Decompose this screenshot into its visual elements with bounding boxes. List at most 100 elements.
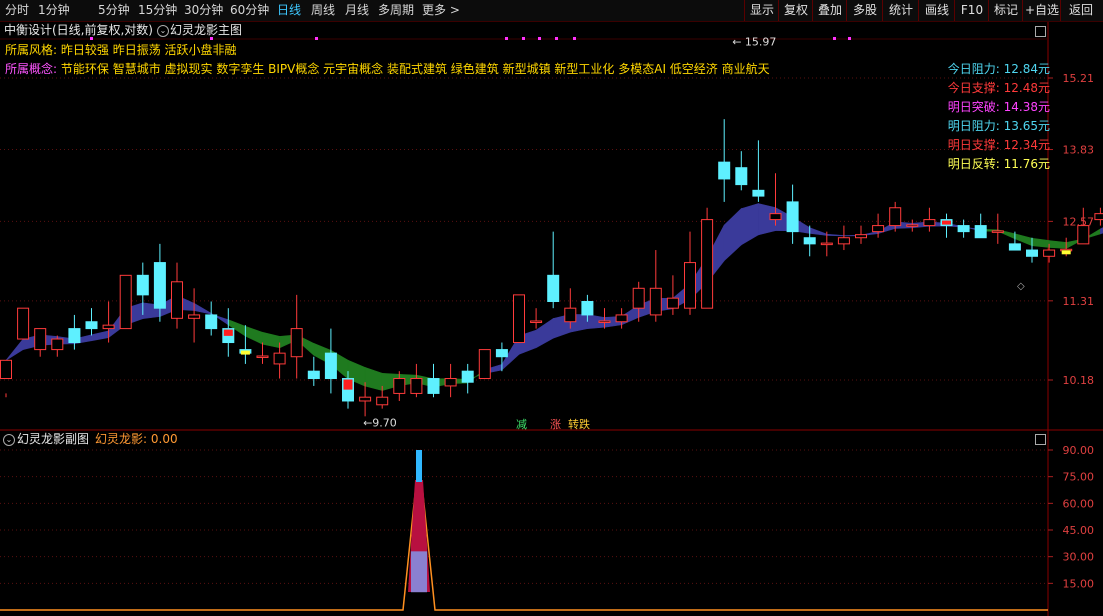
price-tick-label: 11.31 — [1063, 295, 1095, 308]
ribbon-segment — [193, 302, 212, 315]
candle-body — [68, 328, 81, 344]
level-unit: 元 — [1037, 157, 1050, 171]
candle-body — [85, 321, 98, 330]
candle-body — [855, 234, 867, 239]
candle-body — [1043, 249, 1056, 257]
ribbon-segment — [1031, 237, 1050, 248]
candle-body — [17, 307, 30, 340]
sub-value-label: 幻灵龙影: — [95, 432, 148, 446]
grid-lines — [0, 22, 1103, 616]
sub-bar-cyan — [416, 450, 422, 482]
style-info: 所属风格: 昨日较强 昨日振荡 活跃小盘非融 — [5, 41, 237, 58]
candle-body — [513, 294, 525, 344]
ribbon-segment — [245, 325, 263, 345]
price-tick-label: 12.57 — [1063, 215, 1095, 228]
ribbon-segment — [262, 331, 280, 349]
level-value: 14.38 — [1003, 100, 1038, 114]
sub-tick-label: 30.00 — [1063, 551, 1095, 564]
candle-body — [803, 237, 816, 245]
candle-body — [205, 314, 218, 330]
candle-body — [530, 320, 543, 323]
signal-tag-rise: 涨 — [550, 418, 561, 431]
candle-body — [684, 262, 696, 309]
candle-body — [735, 167, 748, 186]
level-unit: 元 — [1037, 100, 1050, 114]
ribbon-segment — [1048, 240, 1067, 249]
candle-body — [923, 219, 936, 227]
candle-body — [649, 287, 662, 316]
concept-value: 节能环保 智慧城市 虚拟现实 数字孪生 BIPV概念 元宇宙概念 装配式建筑 绿… — [60, 62, 770, 76]
candle-body — [0, 359, 12, 380]
sub-indicator-label: 幻灵龙影: 0.00 — [95, 431, 178, 447]
candle-body — [324, 352, 337, 380]
level-today-resistance: 今日阻力: 12.84元 — [948, 60, 1050, 77]
kline-chart: ← 15.97 ←9.70 15.21 13.83 12.57 11.31 10.18 1… — [0, 22, 1103, 616]
ribbon-segment — [826, 233, 845, 237]
candle-body — [273, 352, 286, 365]
candle-signal-fill — [240, 350, 250, 355]
candle-body — [256, 355, 269, 358]
candle-body — [478, 349, 491, 380]
candle-body — [957, 225, 970, 233]
signal-dot — [315, 37, 318, 40]
ribbon-segment — [723, 207, 742, 262]
signal-tag-reduce: 减 — [516, 418, 527, 431]
level-unit: 元 — [1037, 119, 1050, 133]
level-label: 明日突破: — [947, 100, 1000, 114]
sub-chart — [0, 449, 1048, 611]
candle-body — [171, 281, 183, 319]
sub-bar-purple — [411, 551, 427, 593]
level-label: 今日阻力: — [947, 62, 1000, 76]
indicator-menu-icon[interactable]: ⌄ — [157, 25, 169, 37]
candle-body — [427, 378, 440, 394]
settings-diamond-icon[interactable]: ◇ — [1017, 281, 1025, 292]
candle-body — [974, 225, 987, 239]
level-value: 12.48 — [1003, 81, 1038, 95]
candle-signal-fill — [223, 329, 233, 336]
candle-body — [119, 274, 132, 330]
ribbon-segment — [740, 203, 759, 246]
sub-maximize-icon[interactable] — [1035, 434, 1046, 445]
main-indicator-name[interactable]: 幻灵龙影主图 — [170, 22, 242, 39]
level-unit: 元 — [1037, 138, 1050, 152]
level-value: 12.84 — [1003, 62, 1038, 76]
candle-body — [872, 225, 885, 233]
candle-body — [102, 324, 115, 330]
signal-dot — [848, 37, 851, 40]
level-today-support: 今日支撑: 12.48元 — [948, 79, 1050, 96]
high-price-label: ← 15.97 — [732, 35, 776, 48]
candle-body — [752, 189, 765, 197]
candle-body — [461, 370, 474, 383]
price-tick-label: 10.18 — [1063, 374, 1095, 387]
candle-body — [495, 349, 508, 358]
signal-dot — [555, 37, 558, 40]
level-value: 11.76 — [1003, 157, 1038, 171]
sub-indicator-menu-icon[interactable]: ⌄ — [3, 434, 15, 446]
low-price-label: ←9.70 — [363, 416, 397, 429]
level-value: 13.65 — [1003, 119, 1038, 133]
ribbon-segment — [5, 338, 24, 361]
candle-signal-fill — [942, 220, 951, 225]
candle-body — [598, 320, 611, 323]
sub-indicator-name[interactable]: 幻灵龙影副图 — [17, 431, 89, 447]
candle-body — [564, 307, 577, 323]
candle-body — [786, 201, 799, 233]
candle-body — [290, 328, 303, 358]
maximize-icon[interactable] — [1035, 26, 1046, 37]
sub-tick-label: 15.00 — [1063, 577, 1095, 590]
candle-body — [837, 237, 850, 245]
signal-dot — [538, 37, 541, 40]
level-unit: 元 — [1037, 62, 1050, 76]
ribbon-segment — [364, 366, 383, 391]
sub-tick-label: 75.00 — [1063, 471, 1095, 484]
candle-body — [444, 378, 457, 387]
ribbon-segment — [809, 227, 828, 236]
candle-signal-fill — [1061, 250, 1071, 255]
candle-body — [188, 314, 201, 319]
concept-info: 所属概念: 节能环保 智慧城市 虚拟现实 数字孪生 BIPV概念 元宇宙概念 装… — [5, 60, 770, 77]
level-tomorrow-breakout: 明日突破: 14.38元 — [948, 98, 1050, 115]
candle-body — [769, 213, 782, 221]
candle-body — [547, 274, 560, 302]
candle-body — [136, 274, 149, 296]
candle-body — [51, 338, 64, 351]
